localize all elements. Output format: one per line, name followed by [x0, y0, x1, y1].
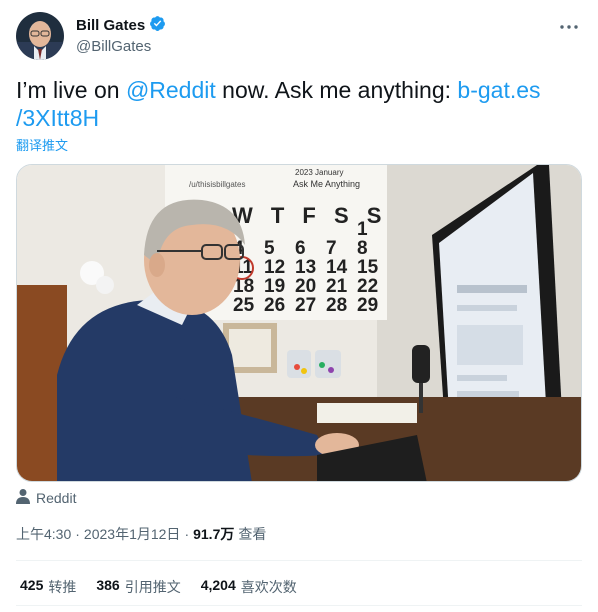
likes-label: 喜欢次数	[240, 579, 297, 595]
tweet-meta: 上午4:30 · 2023年1月12日 · 91.7万 查看	[16, 524, 266, 544]
calendar-header-text: /u/thisisbillgates	[189, 180, 245, 189]
calendar-date: 13	[295, 257, 316, 278]
mention-link[interactable]: @Reddit	[126, 77, 216, 103]
tweet-text: I’m live on @Reddit now. Ask me anything…	[16, 76, 582, 132]
quotes-label: 引用推文	[124, 579, 181, 595]
retweets-stat[interactable]: 425 转推	[20, 577, 76, 597]
source-label[interactable]: Reddit	[36, 490, 76, 506]
tweet-date[interactable]: 2023年1月12日	[84, 524, 181, 544]
tweet-time[interactable]: 上午4:30	[16, 524, 71, 544]
calendar-month-text: 2023 January	[295, 168, 343, 177]
calendar-date: 26	[264, 295, 285, 316]
views-label: 查看	[238, 526, 267, 542]
likes-count: 4,204	[200, 577, 236, 593]
quotes-stat[interactable]: 386 引用推文	[96, 577, 180, 597]
verified-badge-icon	[149, 15, 166, 37]
tweet-photo[interactable]: /u/thisisbillgates 2023 January Ask Me A…	[16, 164, 582, 482]
views-count: 91.7万	[193, 526, 235, 542]
author-display-name[interactable]: Bill Gates	[76, 16, 145, 36]
likes-stat[interactable]: 4,204 喜欢次数	[201, 577, 297, 597]
author-names: Bill Gates @BillGates	[76, 15, 166, 57]
calendar-date: 1	[357, 219, 368, 240]
person-icon	[16, 488, 30, 507]
calendar-date: 19	[264, 276, 285, 297]
more-options-icon[interactable]	[556, 16, 582, 38]
divider	[16, 605, 582, 606]
author-handle[interactable]: @BillGates	[76, 37, 166, 57]
calendar-date: 15	[357, 257, 379, 278]
calendar-date: 5	[264, 238, 275, 259]
translate-tweet-link[interactable]: 翻译推文	[16, 135, 68, 154]
calendar-date: 7	[326, 238, 337, 259]
calendar-date: 6	[295, 238, 306, 259]
calendar-date: 14	[326, 257, 348, 278]
divider	[16, 560, 582, 561]
tweet-stats: 425 转推 386 引用推文 4,204 喜欢次数	[20, 577, 297, 597]
calendar-date: 28	[326, 295, 347, 316]
tweet-source: Reddit	[16, 488, 76, 507]
calendar-date: 20	[295, 276, 316, 297]
calendar-date: 8	[357, 238, 368, 259]
author-avatar[interactable]	[16, 12, 64, 60]
quotes-count: 386	[96, 577, 120, 593]
tweet-text-part: I’m live on	[16, 77, 126, 103]
calendar-date: 27	[295, 295, 316, 316]
meta-separator: ·	[75, 526, 80, 542]
tweet-text-part: now. Ask me anything:	[215, 77, 458, 103]
retweets-label: 转推	[48, 579, 77, 595]
meta-separator: ·	[184, 526, 190, 542]
calendar-date: 21	[326, 276, 348, 297]
calendar-caption-text: Ask Me Anything	[293, 179, 360, 189]
calendar-date: 12	[264, 257, 285, 278]
calendar-date: 29	[357, 295, 378, 316]
calendar-date: 25	[233, 295, 255, 316]
calendar-date: 22	[357, 276, 378, 297]
retweets-count: 425	[20, 577, 44, 593]
tweet-header: Bill Gates @BillGates	[16, 12, 582, 60]
